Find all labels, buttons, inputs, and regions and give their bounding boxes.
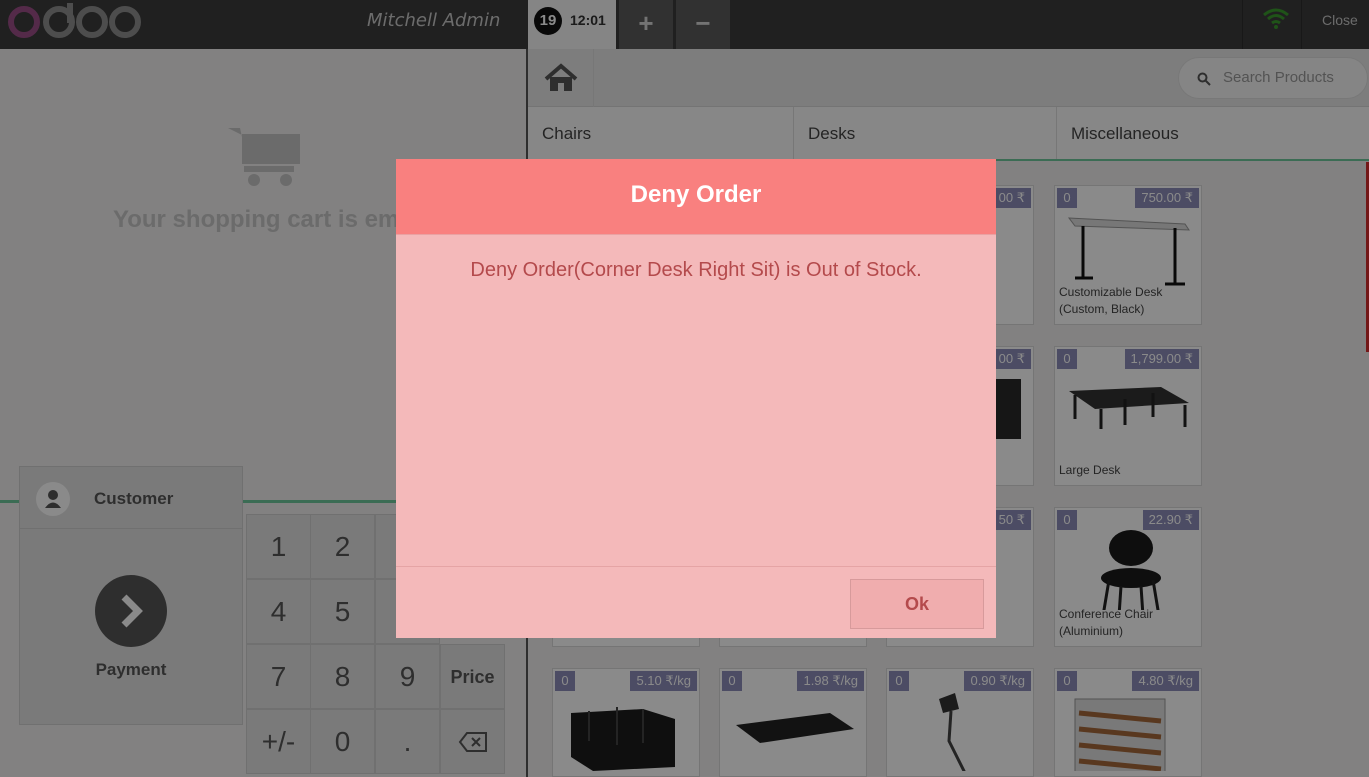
dialog-title: Deny Order (630, 181, 762, 208)
dialog-message: Deny Order(Corner Desk Right Sit) is Out… (470, 259, 922, 281)
dialog-footer-divider (396, 566, 996, 567)
deny-order-dialog: Deny Order Deny Order(Corner Desk Right … (396, 159, 996, 638)
ok-button[interactable]: Ok (850, 579, 984, 629)
dialog-header: Deny Order (396, 159, 996, 235)
